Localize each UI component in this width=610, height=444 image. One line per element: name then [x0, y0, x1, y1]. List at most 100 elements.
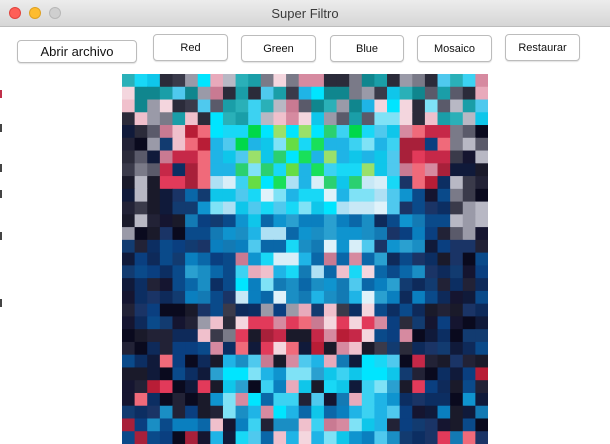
mosaic-tile	[475, 265, 488, 279]
mosaic-tile	[374, 239, 388, 254]
mosaic-tile	[172, 303, 186, 318]
mosaic-tile	[273, 392, 287, 407]
mosaic-tile	[349, 341, 363, 356]
mosaic-tile	[273, 201, 287, 215]
mosaic-tile	[311, 418, 325, 432]
mosaic-tile	[134, 86, 148, 101]
mosaic-tile	[235, 380, 249, 394]
mosaic-tile	[248, 341, 262, 356]
mosaic-tile	[122, 316, 136, 330]
mosaic-tile	[172, 367, 186, 381]
mosaic-tile	[349, 265, 363, 279]
mosaic-tile	[197, 150, 211, 164]
mosaic-tile	[475, 163, 488, 177]
mosaic-tile	[437, 405, 451, 420]
mosaic-tile	[210, 354, 224, 369]
mosaic-tile	[412, 137, 426, 152]
mosaic-tile	[235, 290, 249, 305]
mosaic-tile	[210, 392, 224, 407]
mosaic-tile	[122, 227, 136, 241]
mosaic-tile	[311, 431, 325, 444]
mosaic-tile	[298, 278, 312, 292]
mosaic-tile	[134, 431, 148, 444]
mosaic-tile	[273, 290, 287, 305]
mosaic-tile	[475, 112, 488, 126]
mosaic-tile	[273, 214, 287, 228]
mosaic-tile	[374, 405, 388, 420]
mosaic-tile	[273, 252, 287, 266]
mosaic-tile	[311, 125, 325, 139]
mosaic-tile	[286, 125, 300, 139]
left-edge-mark	[0, 90, 2, 98]
mosaic-tile	[197, 125, 211, 139]
mosaic-tile	[222, 367, 237, 381]
mosaic-tile	[349, 150, 363, 164]
restore-button[interactable]: Restaurar	[505, 34, 580, 61]
blue-filter-button[interactable]: Blue	[330, 35, 404, 62]
mosaic-tile	[122, 239, 136, 254]
mosaic-tile	[260, 405, 275, 420]
mosaic-tile	[399, 405, 413, 420]
mosaic-filter-button[interactable]: Mosaico	[417, 35, 492, 62]
mosaic-tile	[374, 150, 388, 164]
mosaic-tile	[412, 150, 426, 164]
mosaic-tile	[286, 418, 300, 432]
red-filter-button[interactable]: Red	[153, 34, 228, 61]
mosaic-tile	[349, 405, 363, 420]
mosaic-tile	[122, 74, 136, 88]
mosaic-tile	[450, 303, 464, 318]
mosaic-tile	[185, 150, 199, 164]
mosaic-tile	[222, 86, 237, 101]
mosaic-tile	[424, 227, 439, 241]
mosaic-tile	[248, 150, 262, 164]
mosaic-tile	[450, 188, 464, 203]
mosaic-tile	[273, 150, 287, 164]
open-file-button[interactable]: Abrir archivo	[17, 40, 137, 63]
mosaic-tile	[437, 150, 451, 164]
mosaic-tile	[450, 86, 464, 101]
mosaic-tile	[235, 188, 249, 203]
mosaic-tile	[336, 227, 350, 241]
mosaic-tile	[349, 74, 363, 88]
mosaic-tile	[210, 99, 224, 113]
mosaic-tile	[450, 329, 464, 343]
mosaic-tile	[387, 201, 401, 215]
mosaic-tile	[437, 278, 451, 292]
mosaic-tile	[248, 99, 262, 113]
mosaic-tile	[361, 176, 376, 190]
mosaic-tile	[475, 354, 488, 369]
mosaic-tile	[424, 367, 439, 381]
green-filter-button[interactable]: Green	[241, 35, 316, 62]
mosaic-tile	[475, 316, 488, 330]
mosaic-tile	[235, 176, 249, 190]
mosaic-tile	[424, 99, 439, 113]
mosaic-tile	[210, 150, 224, 164]
mosaic-tile	[462, 380, 476, 394]
mosaic-tile	[374, 137, 388, 152]
mosaic-tile	[387, 125, 401, 139]
mosaic-tile	[134, 392, 148, 407]
mosaic-tile	[424, 290, 439, 305]
mosaic-tile	[159, 418, 174, 432]
mosaic-tile	[424, 392, 439, 407]
mosaic-tile	[399, 278, 413, 292]
mosaic-tile	[298, 99, 312, 113]
mosaic-tile	[134, 176, 148, 190]
mosaic-tile	[387, 214, 401, 228]
mosaic-tile	[462, 227, 476, 241]
mosaic-tile	[336, 137, 350, 152]
mosaic-tile	[475, 252, 488, 266]
mosaic-tile	[374, 392, 388, 407]
mosaic-tile	[424, 86, 439, 101]
mosaic-tile	[235, 341, 249, 356]
mosaic-tile	[172, 201, 186, 215]
mosaic-tile	[475, 86, 488, 101]
mosaic-tile	[387, 278, 401, 292]
mosaic-tile	[210, 112, 224, 126]
mosaic-tile	[286, 239, 300, 254]
mosaic-tile	[349, 214, 363, 228]
mosaic-tile	[248, 367, 262, 381]
mosaic-tile	[273, 380, 287, 394]
mosaic-tile	[336, 150, 350, 164]
mosaic-tile	[197, 341, 211, 356]
